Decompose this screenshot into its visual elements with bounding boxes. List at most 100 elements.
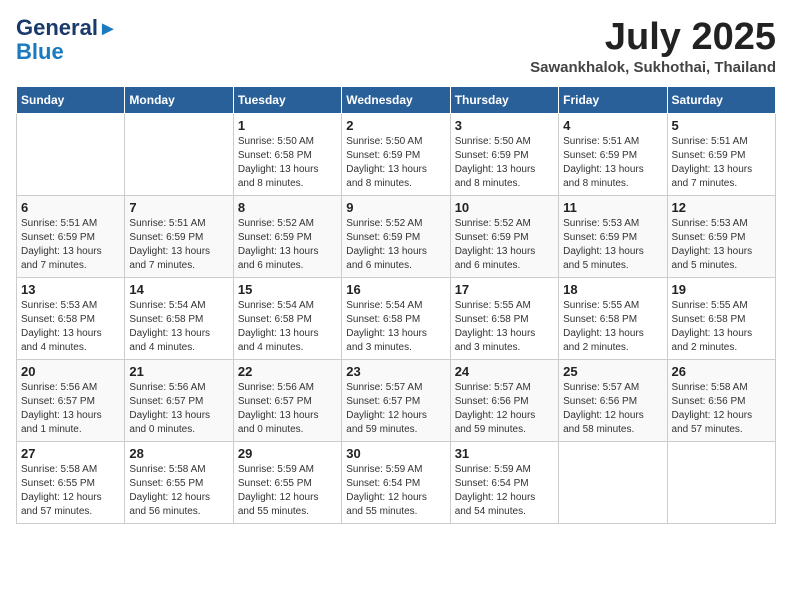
day-number: 23	[346, 364, 445, 379]
calendar-cell: 29Sunrise: 5:59 AM Sunset: 6:55 PM Dayli…	[233, 442, 341, 524]
day-info: Sunrise: 5:53 AM Sunset: 6:58 PM Dayligh…	[21, 299, 120, 355]
day-info: Sunrise: 5:58 AM Sunset: 6:55 PM Dayligh…	[21, 463, 120, 519]
day-number: 3	[455, 118, 554, 133]
weekday-header-wednesday: Wednesday	[342, 87, 450, 114]
day-info: Sunrise: 5:54 AM Sunset: 6:58 PM Dayligh…	[346, 299, 445, 355]
calendar-cell: 26 Sunrise: 5:58 AM Sunset: 6:56 PM Dayli…	[667, 360, 775, 442]
calendar-cell: 19Sunrise: 5:55 AM Sunset: 6:58 PM Dayli…	[667, 278, 775, 360]
calendar-cell: 13 Sunrise: 5:53 AM Sunset: 6:58 PM Dayli…	[17, 278, 125, 360]
day-number: 17	[455, 282, 554, 297]
day-info: Sunrise: 5:51 AM Sunset: 6:59 PM Dayligh…	[129, 217, 228, 273]
day-info: Sunrise: 5:51 AM Sunset: 6:59 PM Dayligh…	[563, 135, 662, 191]
calendar-cell	[125, 114, 233, 196]
weekday-header-sunday: Sunday	[17, 87, 125, 114]
day-number: 12	[672, 200, 771, 215]
calendar-cell: 17 Sunrise: 5:55 AM Sunset: 6:58 PM Dayli…	[450, 278, 558, 360]
day-number: 25	[563, 364, 662, 379]
day-info: Sunrise: 5:57 AM Sunset: 6:56 PM Dayligh…	[563, 381, 662, 437]
calendar-table: SundayMondayTuesdayWednesdayThursdayFrid…	[16, 86, 776, 524]
calendar-cell	[559, 442, 667, 524]
calendar-week-5: 27 Sunrise: 5:58 AM Sunset: 6:55 PM Dayli…	[17, 442, 776, 524]
logo-text: General►	[16, 16, 118, 40]
calendar-cell	[17, 114, 125, 196]
calendar-cell: 20Sunrise: 5:56 AM Sunset: 6:57 PM Dayli…	[17, 360, 125, 442]
calendar-cell: 28 Sunrise: 5:58 AM Sunset: 6:55 PM Dayli…	[125, 442, 233, 524]
day-info: Sunrise: 5:59 AM Sunset: 6:54 PM Dayligh…	[346, 463, 445, 519]
calendar-cell: 27 Sunrise: 5:58 AM Sunset: 6:55 PM Dayli…	[17, 442, 125, 524]
calendar-cell: 12 Sunrise: 5:53 AM Sunset: 6:59 PM Dayli…	[667, 196, 775, 278]
calendar-cell: 1 Sunrise: 5:50 AM Sunset: 6:58 PM Daylig…	[233, 114, 341, 196]
calendar-week-2: 6 Sunrise: 5:51 AM Sunset: 6:59 PM Daylig…	[17, 196, 776, 278]
day-info: Sunrise: 5:55 AM Sunset: 6:58 PM Dayligh…	[563, 299, 662, 355]
day-number: 31	[455, 446, 554, 461]
calendar-cell	[667, 442, 775, 524]
day-number: 4	[563, 118, 662, 133]
weekday-header-tuesday: Tuesday	[233, 87, 341, 114]
day-number: 21	[129, 364, 228, 379]
day-info: Sunrise: 5:53 AM Sunset: 6:59 PM Dayligh…	[563, 217, 662, 273]
weekday-header-monday: Monday	[125, 87, 233, 114]
day-info: Sunrise: 5:51 AM Sunset: 6:59 PM Dayligh…	[21, 217, 120, 273]
day-number: 16	[346, 282, 445, 297]
day-number: 26	[672, 364, 771, 379]
day-info: Sunrise: 5:57 AM Sunset: 6:57 PM Dayligh…	[346, 381, 445, 437]
calendar-cell: 2 Sunrise: 5:50 AM Sunset: 6:59 PM Daylig…	[342, 114, 450, 196]
day-number: 19	[672, 282, 771, 297]
calendar-cell: 9 Sunrise: 5:52 AM Sunset: 6:59 PM Daylig…	[342, 196, 450, 278]
day-info: Sunrise: 5:50 AM Sunset: 6:59 PM Dayligh…	[455, 135, 554, 191]
day-number: 2	[346, 118, 445, 133]
day-number: 22	[238, 364, 337, 379]
day-number: 10	[455, 200, 554, 215]
location: Sawankhalok, Sukhothai, Thailand	[530, 59, 776, 76]
weekday-header-friday: Friday	[559, 87, 667, 114]
day-info: Sunrise: 5:52 AM Sunset: 6:59 PM Dayligh…	[238, 217, 337, 273]
day-info: Sunrise: 5:52 AM Sunset: 6:59 PM Dayligh…	[346, 217, 445, 273]
day-number: 28	[129, 446, 228, 461]
day-number: 15	[238, 282, 337, 297]
calendar-cell: 3 Sunrise: 5:50 AM Sunset: 6:59 PM Daylig…	[450, 114, 558, 196]
day-number: 13	[21, 282, 120, 297]
calendar-week-3: 13 Sunrise: 5:53 AM Sunset: 6:58 PM Dayli…	[17, 278, 776, 360]
day-number: 5	[672, 118, 771, 133]
calendar-cell: 30 Sunrise: 5:59 AM Sunset: 6:54 PM Dayli…	[342, 442, 450, 524]
day-number: 7	[129, 200, 228, 215]
calendar-header-row: SundayMondayTuesdayWednesdayThursdayFrid…	[17, 87, 776, 114]
calendar-cell: 21 Sunrise: 5:56 AM Sunset: 6:57 PM Dayli…	[125, 360, 233, 442]
day-info: Sunrise: 5:56 AM Sunset: 6:57 PM Dayligh…	[129, 381, 228, 437]
calendar-cell: 10 Sunrise: 5:52 AM Sunset: 6:59 PM Dayli…	[450, 196, 558, 278]
day-number: 6	[21, 200, 120, 215]
day-info: Sunrise: 5:50 AM Sunset: 6:58 PM Dayligh…	[238, 135, 337, 191]
day-info: Sunrise: 5:52 AM Sunset: 6:59 PM Dayligh…	[455, 217, 554, 273]
day-number: 20	[21, 364, 120, 379]
page-header: General► Blue July 2025 Sawankhalok, Suk…	[16, 16, 776, 76]
weekday-header-saturday: Saturday	[667, 87, 775, 114]
calendar-cell: 22 Sunrise: 5:56 AM Sunset: 6:57 PM Dayli…	[233, 360, 341, 442]
day-number: 14	[129, 282, 228, 297]
day-number: 8	[238, 200, 337, 215]
day-info: Sunrise: 5:54 AM Sunset: 6:58 PM Dayligh…	[129, 299, 228, 355]
day-info: Sunrise: 5:59 AM Sunset: 6:54 PM Dayligh…	[455, 463, 554, 519]
calendar-cell: 31 Sunrise: 5:59 AM Sunset: 6:54 PM Dayli…	[450, 442, 558, 524]
calendar-cell: 5Sunrise: 5:51 AM Sunset: 6:59 PM Daylig…	[667, 114, 775, 196]
day-number: 30	[346, 446, 445, 461]
day-info: Sunrise: 5:58 AM Sunset: 6:55 PM Dayligh…	[129, 463, 228, 519]
calendar-cell: 24 Sunrise: 5:57 AM Sunset: 6:56 PM Dayli…	[450, 360, 558, 442]
calendar-cell: 8 Sunrise: 5:52 AM Sunset: 6:59 PM Daylig…	[233, 196, 341, 278]
calendar-cell: 15Sunrise: 5:54 AM Sunset: 6:58 PM Dayli…	[233, 278, 341, 360]
day-info: Sunrise: 5:56 AM Sunset: 6:57 PM Dayligh…	[238, 381, 337, 437]
calendar-cell: 16 Sunrise: 5:54 AM Sunset: 6:58 PM Dayli…	[342, 278, 450, 360]
day-info: Sunrise: 5:58 AM Sunset: 6:56 PM Dayligh…	[672, 381, 771, 437]
day-info: Sunrise: 5:53 AM Sunset: 6:59 PM Dayligh…	[672, 217, 771, 273]
day-number: 9	[346, 200, 445, 215]
day-number: 24	[455, 364, 554, 379]
calendar-week-4: 20 Sunrise: 5:56 AM Sunset: 6:57 PM Dayli…	[17, 360, 776, 442]
calendar-week-1: 1 Sunrise: 5:50 AM Sunset: 6:58 PM Daylig…	[17, 114, 776, 196]
day-info: Sunrise: 5:50 AM Sunset: 6:59 PM Dayligh…	[346, 135, 445, 191]
day-number: 27	[21, 446, 120, 461]
day-number: 18	[563, 282, 662, 297]
day-info: Sunrise: 5:55 AM Sunset: 6:58 PM Dayligh…	[455, 299, 554, 355]
day-info: Sunrise: 5:57 AM Sunset: 6:56 PM Dayligh…	[455, 381, 554, 437]
day-number: 1	[238, 118, 337, 133]
weekday-header-thursday: Thursday	[450, 87, 558, 114]
calendar-cell: 4 Sunrise: 5:51 AM Sunset: 6:59 PM Daylig…	[559, 114, 667, 196]
